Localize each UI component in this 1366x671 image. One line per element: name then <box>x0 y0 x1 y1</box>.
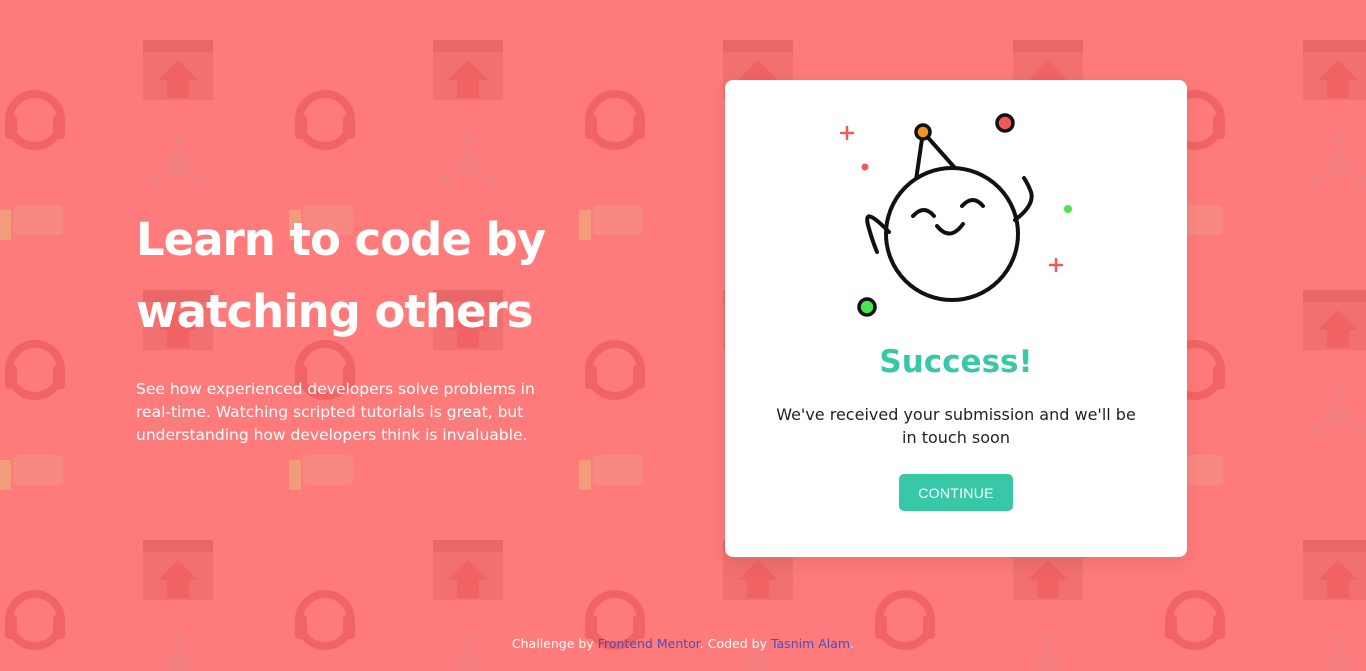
continue-button[interactable]: CONTINUE <box>899 474 1013 511</box>
attribution-footer: Challenge by Frontend Mentor. Coded by T… <box>0 636 1366 651</box>
footer-suffix: . <box>850 636 855 651</box>
footer-prefix: Challenge by <box>511 636 594 651</box>
hero-title: Learn to code by watching others <box>136 213 546 338</box>
author-link[interactable]: Tasnim Alam <box>771 636 850 651</box>
success-modal: Success! We've received your submission … <box>725 80 1187 557</box>
success-title: Success! <box>879 344 1033 380</box>
hero-section: Learn to code by watching others See how… <box>136 204 576 447</box>
footer-middle: . Coded by <box>699 636 767 651</box>
happy-party-character-icon <box>839 113 1072 317</box>
frontend-mentor-link[interactable]: Frontend Mentor <box>598 636 700 651</box>
success-message: We've received your submission and we'll… <box>776 405 1136 447</box>
hero-description: See how experienced developers solve pro… <box>136 380 535 444</box>
